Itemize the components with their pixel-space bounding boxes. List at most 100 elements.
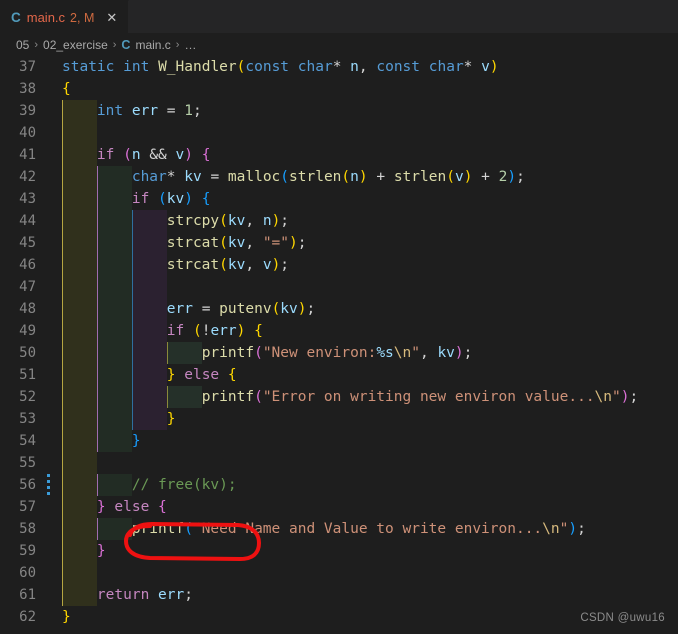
code-line[interactable]: 45 strcat(kv, "="); [0,232,678,254]
code-line[interactable]: 40 [0,122,678,144]
code-token: ; [184,587,193,603]
code-line[interactable]: 47 [0,276,678,298]
code-line[interactable]: 53 } [0,408,678,430]
code-line-text: printf("Need Name and Value to write env… [62,518,586,540]
code-token: ; [193,103,202,119]
code-token: + [481,169,490,185]
code-line[interactable]: 56 // free(kv); [0,474,678,496]
code-token: , [245,257,255,273]
code-line[interactable]: 48 err = putenv(kv); [0,298,678,320]
code-line[interactable]: 50 printf("New environ:%s\n", kv); [0,342,678,364]
code-token: "Error on writing new environ value... [262,389,595,405]
code-token: ) [184,191,193,207]
code-token: , [358,59,368,75]
code-token: else [114,499,150,515]
code-line[interactable]: 41 if (n && v) { [0,144,678,166]
code-token: char [297,59,333,75]
breadcrumb-item-folder-02-exercise[interactable]: 02_exercise [43,38,108,52]
code-editor[interactable]: 37 static int W_Handler(const char* n, co… [0,56,678,634]
code-line-text: { [62,78,71,100]
indent-guide-block [62,122,97,144]
code-token: } [166,367,176,383]
code-line[interactable]: 61 return err; [0,584,678,606]
code-line[interactable]: 42 char* kv = malloc(strlen(n) + strlen(… [0,166,678,188]
indent-guide-line [62,452,63,474]
code-line[interactable]: 60 [0,562,678,584]
code-line-text: // free(kv); [62,474,237,496]
code-token: ( [254,345,263,361]
code-line-text: } [62,408,176,430]
code-line[interactable]: 38 { [0,78,678,100]
code-line[interactable]: 46 strcat(kv, v); [0,254,678,276]
code-token: ; [306,301,316,317]
code-line-text: strcat(kv, "="); [62,232,307,254]
code-token: "Need Name and Value to write environ... [192,521,543,537]
close-icon[interactable]: ✕ [104,10,119,25]
code-token: strlen [393,169,447,185]
code-token: if [96,147,115,163]
code-line[interactable]: 51 } else { [0,364,678,386]
code-line-text: } else { [62,496,167,518]
code-token: ( [341,169,351,185]
indent-guide-block [131,276,167,298]
code-token: int [96,103,124,119]
breadcrumb-item-folder-05[interactable]: 05 [16,38,29,52]
editor-tab-main-c[interactable]: C main.c 2, M ✕ [0,0,130,34]
code-token: n [350,59,359,75]
code-token: else [184,367,220,383]
code-line-text: return err; [62,584,193,606]
line-number: 46 [19,257,36,273]
code-token: "New environ: [262,345,377,361]
line-number: 58 [19,521,36,537]
code-token: ) [271,213,281,229]
code-line[interactable]: 59 } [0,540,678,562]
line-number: 56 [19,477,36,493]
breadcrumb-symbol-more[interactable]: … [184,38,197,52]
code-line[interactable]: 49 if (!err) { [0,320,678,342]
line-number: 54 [19,433,36,449]
line-number: 49 [19,323,36,339]
code-token: = [166,103,176,119]
code-token: static [62,59,115,75]
breadcrumb-item-file-main-c[interactable]: main.c [135,38,170,52]
code-line[interactable]: 52 printf("Error on writing new environ … [0,386,678,408]
code-line[interactable]: 54 } [0,430,678,452]
code-token: kv [437,345,455,361]
code-line[interactable]: 62} [0,606,678,628]
code-line[interactable]: 37 static int W_Handler(const char* n, co… [0,56,678,78]
code-token: err [158,587,185,603]
code-line[interactable]: 39 int err = 1; [0,100,678,122]
code-token: char [428,59,464,75]
line-number: 38 [19,81,36,97]
line-number: 61 [19,587,36,603]
code-line-text: } else { [62,364,237,386]
code-token: ) [507,169,517,185]
editor-tab-bar: C main.c 2, M ✕ [0,0,678,34]
vscode-window: C main.c 2, M ✕ 05 › 02_exercise › C mai… [0,0,678,634]
tab-filename-label: main.c [26,10,66,25]
code-line[interactable]: 55 [0,452,678,474]
code-line[interactable]: 44 strcpy(kv, n); [0,210,678,232]
code-line[interactable]: 43 if (kv) { [0,188,678,210]
code-token: ) [358,169,368,185]
code-token: } [96,543,106,559]
indent-guide-line [96,276,98,298]
code-token: strlen [289,169,342,185]
code-line[interactable]: 57 } else { [0,496,678,518]
code-line[interactable]: 58 printf("Need Name and Value to write … [0,518,678,540]
code-token: strcat [166,257,220,273]
code-token: = [210,169,220,185]
line-glyph-margin[interactable] [44,474,62,496]
line-number: 48 [19,301,36,317]
